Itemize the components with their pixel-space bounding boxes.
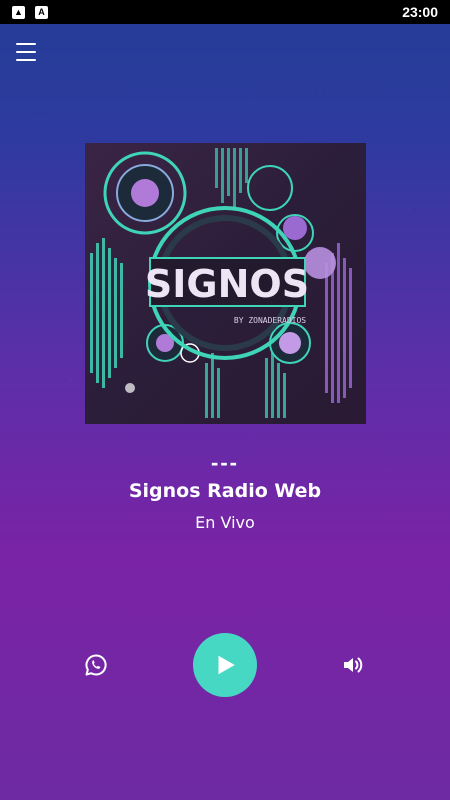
- live-status: En Vivo: [195, 513, 255, 532]
- a-letter-icon: A: [35, 5, 48, 19]
- menu-line: [16, 51, 36, 53]
- play-button[interactable]: [193, 633, 257, 697]
- whatsapp-icon[interactable]: [84, 653, 108, 677]
- status-bar: ▲ A 23:00: [0, 0, 450, 24]
- menu-line: [16, 59, 36, 61]
- station-artwork: SIGNOS BY ZONADERADIOS: [85, 143, 366, 424]
- status-time: 23:00: [402, 4, 438, 20]
- play-icon: [218, 655, 235, 675]
- volume-icon[interactable]: [341, 653, 365, 677]
- svg-text:SIGNOS: SIGNOS: [145, 262, 309, 306]
- menu-line: [16, 43, 36, 45]
- hamburger-menu-icon[interactable]: [16, 43, 36, 61]
- track-title: ---: [211, 450, 239, 475]
- svg-text:BY ZONADERADIOS: BY ZONADERADIOS: [234, 316, 306, 325]
- player-controls: [0, 633, 450, 697]
- image-icon: ▲: [12, 5, 25, 19]
- station-name: Signos Radio Web: [128, 480, 322, 502]
